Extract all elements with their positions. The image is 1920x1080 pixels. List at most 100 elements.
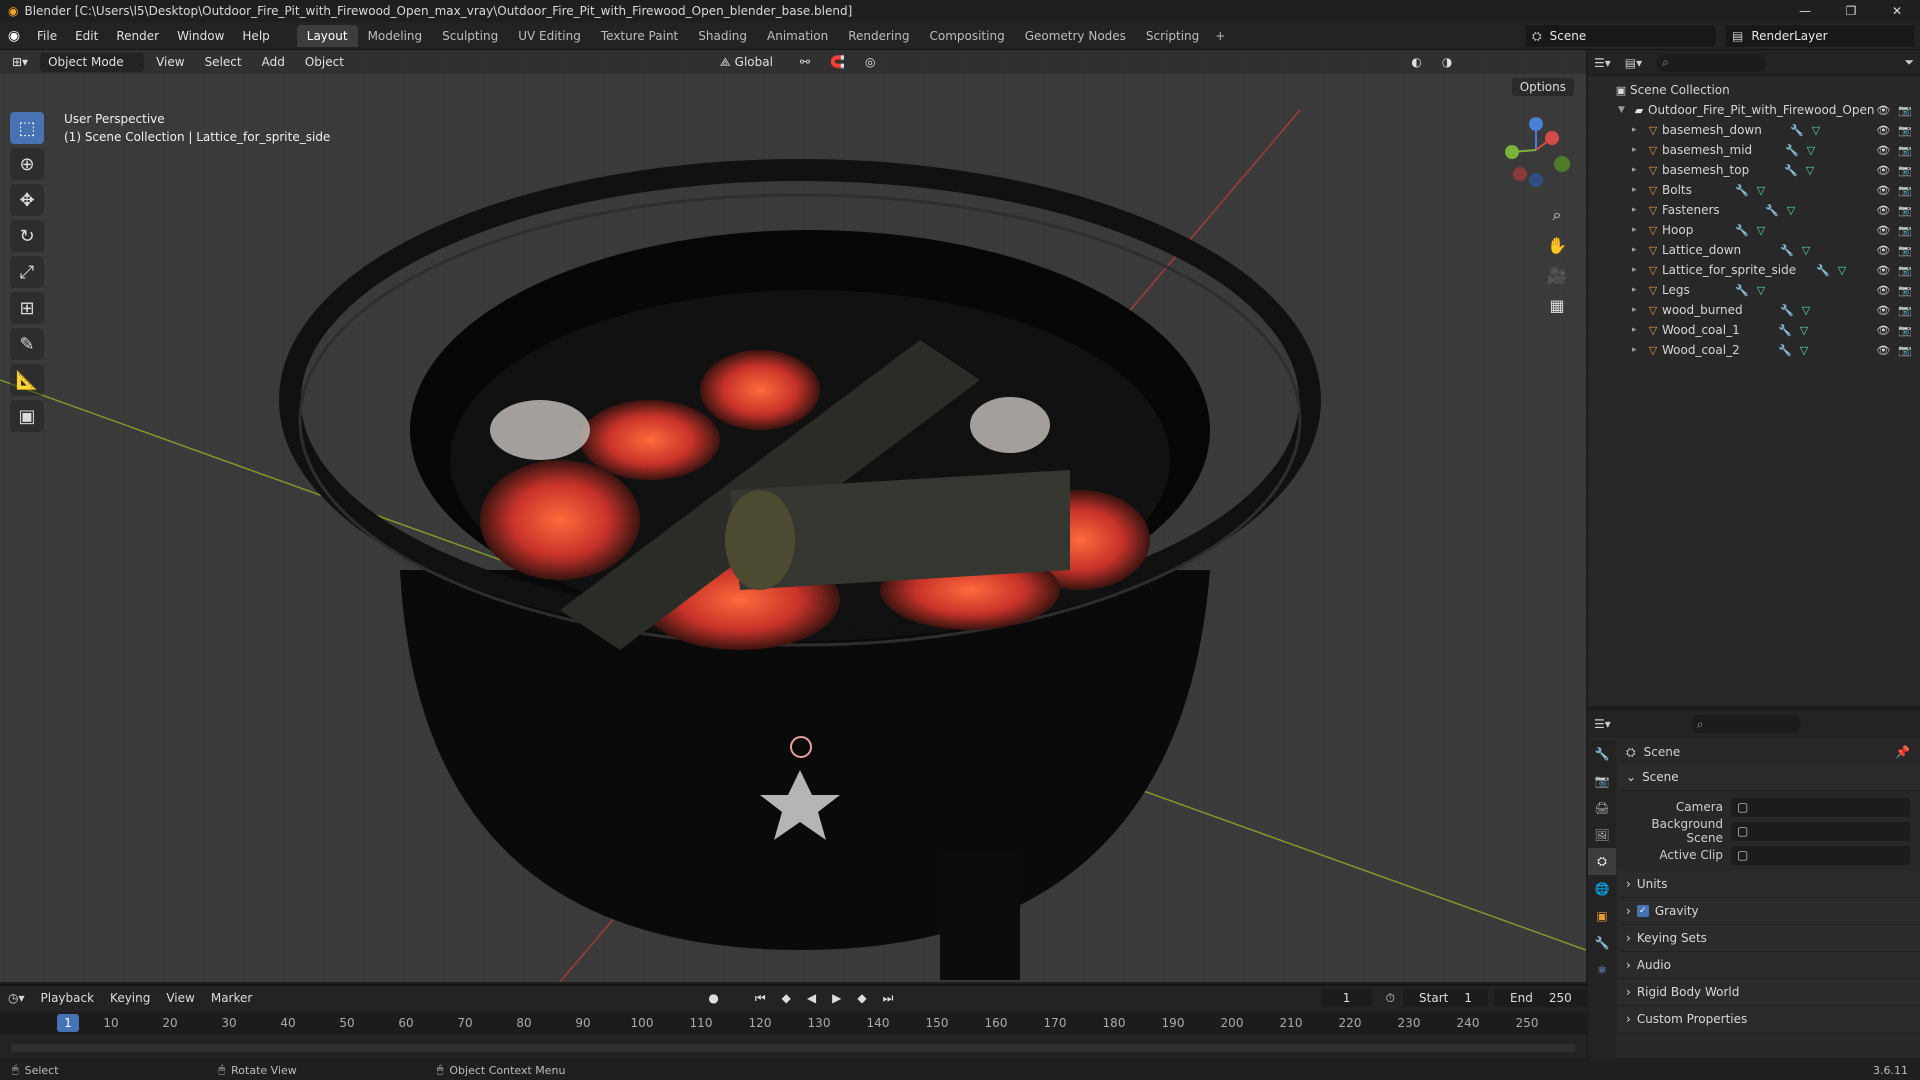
- eye-icon[interactable]: 👁: [1876, 264, 1890, 277]
- mesh-data-icon[interactable]: ▽: [1787, 204, 1795, 217]
- outliner-item[interactable]: ▸ ▽ Hoop 🔧 ▽ 👁 📷: [1588, 220, 1920, 240]
- rotate-tool-icon[interactable]: ↻: [10, 220, 44, 252]
- camera-view-icon[interactable]: 🎥: [1542, 260, 1572, 290]
- tab-shading[interactable]: Shading: [688, 25, 757, 47]
- zoom-icon[interactable]: ⌕: [1542, 200, 1572, 230]
- expand-icon[interactable]: ▸: [1632, 205, 1644, 215]
- wrench-icon[interactable]: 🔧: [1785, 144, 1799, 157]
- eye-icon[interactable]: 👁: [1876, 164, 1890, 177]
- timeline-menu-marker[interactable]: Marker: [203, 991, 260, 1005]
- viewport-menu-add[interactable]: Add: [254, 53, 293, 72]
- camera-icon[interactable]: 📷: [1898, 164, 1912, 177]
- scene-selector[interactable]: ⛭ Scene: [1526, 25, 1716, 47]
- scale-tool-icon[interactable]: ⤢: [10, 256, 44, 288]
- scene-collection-row[interactable]: ▣ Scene Collection: [1588, 80, 1920, 100]
- section-audio[interactable]: › Audio: [1618, 952, 1920, 979]
- eye-icon[interactable]: 👁: [1876, 324, 1890, 337]
- expand-icon[interactable]: ▸: [1632, 145, 1644, 155]
- mesh-data-icon[interactable]: ▽: [1838, 264, 1846, 277]
- maximize-icon[interactable]: ❐: [1828, 0, 1874, 22]
- stopwatch-icon[interactable]: ⏱: [1378, 991, 1403, 1006]
- pivot-icon[interactable]: ⚯: [792, 53, 818, 72]
- section-units[interactable]: › Units: [1618, 871, 1920, 898]
- 3d-viewport[interactable]: ⊞▾ Object Mode View Select Add Object ⟁ Glo…: [0, 50, 1586, 982]
- tab-modeling[interactable]: Modeling: [358, 25, 433, 47]
- view-layer-tab-icon[interactable]: 🖼: [1588, 821, 1616, 848]
- camera-icon[interactable]: 📷: [1898, 304, 1912, 317]
- camera-icon[interactable]: 📷: [1898, 244, 1912, 257]
- camera-icon[interactable]: 📷: [1898, 124, 1912, 137]
- outliner-search[interactable]: ⌕: [1656, 53, 1767, 72]
- eye-icon[interactable]: 👁: [1876, 284, 1890, 297]
- snap-icon[interactable]: 🧲: [822, 53, 853, 72]
- outliner-item[interactable]: ▸ ▽ Bolts 🔧 ▽ 👁 📷: [1588, 180, 1920, 200]
- mesh-data-icon[interactable]: ▽: [1757, 184, 1765, 197]
- expand-icon[interactable]: ▸: [1632, 165, 1644, 175]
- expand-icon[interactable]: ▸: [1632, 345, 1644, 355]
- eye-icon[interactable]: 👁: [1876, 104, 1890, 117]
- section-rigid-body-world[interactable]: › Rigid Body World: [1618, 979, 1920, 1006]
- wrench-icon[interactable]: 🔧: [1816, 264, 1830, 277]
- outliner-item[interactable]: ▸ ▽ Legs 🔧 ▽ 👁 📷: [1588, 280, 1920, 300]
- render-tab-icon[interactable]: 📷: [1588, 767, 1616, 794]
- scene-panel-header[interactable]: ⌄ Scene: [1618, 764, 1920, 791]
- expand-icon[interactable]: ▸: [1632, 305, 1644, 315]
- wrench-icon[interactable]: 🔧: [1784, 164, 1798, 177]
- outliner-item[interactable]: ▸ ▽ basemesh_top 🔧 ▽ 👁 📷: [1588, 160, 1920, 180]
- ortho-grid-icon[interactable]: ▦: [1542, 290, 1572, 320]
- current-frame-field[interactable]: 1: [1321, 989, 1372, 1007]
- tab-uv-editing[interactable]: UV Editing: [508, 25, 591, 47]
- timeline-menu-keying[interactable]: Keying: [102, 991, 158, 1005]
- tab-layout[interactable]: Layout: [296, 24, 358, 47]
- proportional-edit-icon[interactable]: ◎: [857, 53, 883, 72]
- expand-icon[interactable]: ▸: [1632, 245, 1644, 255]
- object-tab-icon[interactable]: ▣: [1588, 902, 1616, 929]
- playhead[interactable]: 1: [57, 1014, 79, 1032]
- properties-search[interactable]: ⌕: [1690, 715, 1801, 733]
- timeline-menu-playback[interactable]: Playback: [33, 991, 103, 1005]
- mesh-data-icon[interactable]: ▽: [1800, 344, 1808, 357]
- gravity-checkbox[interactable]: ✓: [1636, 905, 1649, 917]
- eye-icon[interactable]: 👁: [1876, 204, 1890, 217]
- field-value[interactable]: ▢: [1731, 821, 1910, 841]
- world-tab-icon[interactable]: 🌐: [1588, 875, 1616, 902]
- outliner-item[interactable]: ▸ ▽ Lattice_down 🔧 ▽ 👁 📷: [1588, 240, 1920, 260]
- timeline-menu-view[interactable]: View: [158, 991, 202, 1005]
- start-frame-field[interactable]: Start 1: [1403, 989, 1488, 1007]
- next-keyframe-icon[interactable]: ◆: [849, 991, 874, 1005]
- jump-end-icon[interactable]: ⏭: [875, 991, 902, 1006]
- section-gravity[interactable]: › ✓ Gravity: [1618, 898, 1920, 925]
- mesh-data-icon[interactable]: ▽: [1807, 144, 1815, 157]
- view-layer-selector[interactable]: ▤ RenderLayer: [1726, 25, 1914, 47]
- select-box-tool-icon[interactable]: ⬚: [10, 112, 44, 144]
- tab-scripting[interactable]: Scripting: [1136, 25, 1209, 47]
- tool-tab-icon[interactable]: 🔧: [1588, 740, 1616, 767]
- timeline-editor-icon[interactable]: ◷▾: [0, 991, 33, 1005]
- viewport-scene[interactable]: [0, 50, 1586, 982]
- transform-orientation[interactable]: ⟁ Global: [712, 53, 788, 72]
- tab-rendering[interactable]: Rendering: [838, 25, 919, 47]
- section-keying-sets[interactable]: › Keying Sets: [1618, 925, 1920, 952]
- transform-tool-icon[interactable]: ⊞: [10, 292, 44, 324]
- frame-ruler[interactable]: 1 10 20 30 40 50 60 70 80 90 100 110 120 130 140 150 16…: [0, 1012, 1586, 1034]
- expand-icon[interactable]: ▼: [1618, 105, 1630, 115]
- outliner-item[interactable]: ▸ ▽ basemesh_down 🔧 ▽ 👁 📷: [1588, 120, 1920, 140]
- add-workspace-icon[interactable]: +: [1215, 29, 1225, 43]
- timeline-scrollbar[interactable]: [10, 1044, 1576, 1052]
- viewport-shading-material-icon[interactable]: ◑: [1434, 53, 1460, 72]
- wrench-icon[interactable]: 🔧: [1735, 184, 1749, 197]
- mesh-data-icon[interactable]: ▽: [1800, 324, 1808, 337]
- output-tab-icon[interactable]: 🖨: [1588, 794, 1616, 821]
- pin-icon[interactable]: 📌: [1895, 745, 1910, 759]
- close-icon[interactable]: ✕: [1874, 0, 1920, 22]
- camera-icon[interactable]: 📷: [1898, 264, 1912, 277]
- camera-icon[interactable]: 📷: [1898, 204, 1912, 217]
- camera-icon[interactable]: 📷: [1898, 184, 1912, 197]
- eye-icon[interactable]: 👁: [1876, 184, 1890, 197]
- viewport-menu-select[interactable]: Select: [197, 53, 250, 72]
- properties-editor-icon[interactable]: ☰▾: [1594, 717, 1611, 731]
- outliner-item[interactable]: ▸ ▽ Wood_coal_1 🔧 ▽ 👁 📷: [1588, 320, 1920, 340]
- outliner-item[interactable]: ▸ ▽ wood_burned 🔧 ▽ 👁 📷: [1588, 300, 1920, 320]
- expand-icon[interactable]: ▸: [1632, 285, 1644, 295]
- viewport-shading-solid-icon[interactable]: ◐: [1403, 53, 1429, 72]
